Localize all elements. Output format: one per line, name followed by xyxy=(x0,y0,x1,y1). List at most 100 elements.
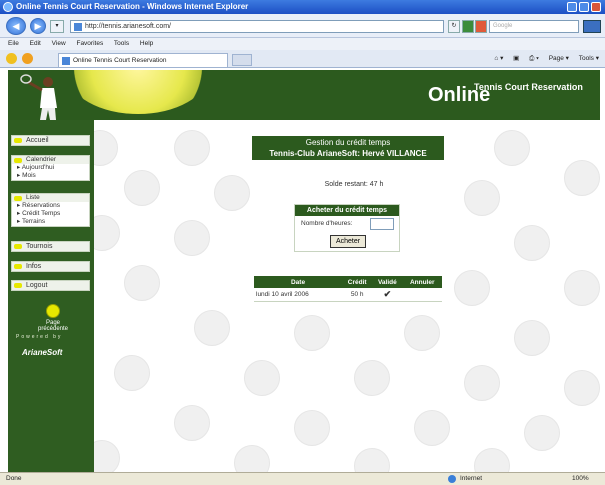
buy-credit-header: Acheter du crédit temps xyxy=(295,205,399,216)
go-button[interactable] xyxy=(462,20,474,33)
sidebar-subitem-reservations[interactable]: ▸ Réservations xyxy=(12,202,89,210)
zoom-level[interactable]: 100% xyxy=(572,473,589,485)
background-ball xyxy=(174,220,210,256)
col-header-annuler: Annuler xyxy=(402,276,442,288)
minimize-icon[interactable] xyxy=(567,2,577,12)
refresh-button[interactable]: ↻ xyxy=(448,20,460,33)
sidebar-item-label: Tournois xyxy=(26,243,53,250)
print-icon[interactable]: ⎙ ▾ xyxy=(529,55,539,62)
page-menu[interactable]: Page ▾ xyxy=(549,55,569,62)
sidebar-subitem-aujourdhui[interactable]: ▸ Aujourd'hui xyxy=(12,164,89,172)
hours-label: Nombre d'heures: xyxy=(301,220,353,227)
tennis-player-icon xyxy=(20,74,57,120)
window-title: Online Tennis Court Reservation - Window… xyxy=(16,2,249,11)
tools-menu[interactable]: Tools ▾ xyxy=(579,55,599,62)
col-header-valide: Validé xyxy=(372,276,403,288)
tab-active[interactable]: Online Tennis Court Reservation xyxy=(58,53,228,67)
menu-bar: Eile Edit View Favorites Tools Help xyxy=(0,38,605,50)
sidebar-item-infos[interactable]: Infos xyxy=(11,261,90,272)
background-ball xyxy=(174,130,210,166)
toolbar-right: ⌂ ▾ ▣ ⎙ ▾ Page ▾ Tools ▾ xyxy=(486,53,599,65)
menu-help[interactable]: Help xyxy=(140,40,153,47)
sidebar-item-tournois[interactable]: Tournois xyxy=(11,241,90,252)
cell-annuler[interactable] xyxy=(402,288,442,302)
background-ball xyxy=(414,410,450,446)
stop-button[interactable] xyxy=(475,20,487,33)
globe-icon xyxy=(448,475,456,483)
prev-page-button[interactable]: Page précédente xyxy=(32,304,74,332)
search-icon[interactable] xyxy=(583,20,601,33)
arianesoft-logo[interactable]: ArianeSoft xyxy=(22,348,86,357)
sidebar-item-liste[interactable]: Liste xyxy=(12,194,89,202)
page-title: Gestion du crédit temps xyxy=(305,138,391,147)
sidebar-group-liste: Liste ▸ Réservations ▸ Crédit Temps ▸ Te… xyxy=(11,193,90,227)
sidebar-item-accueil[interactable]: Accueil xyxy=(11,135,90,146)
background-ball xyxy=(114,355,150,391)
sidebar-item-label: Calendrier xyxy=(26,156,56,163)
menu-favorites[interactable]: Favorites xyxy=(76,40,103,47)
tab-bar: Online Tennis Court Reservation ⌂ ▾ ▣ ⎙ … xyxy=(0,50,605,68)
bullet-icon xyxy=(14,264,22,269)
remaining-balance: Solde restant: 47 h xyxy=(324,181,384,188)
hours-input[interactable] xyxy=(370,218,394,230)
credit-history-table: Date Crédit Validé Annuler lundi 10 avri… xyxy=(254,276,442,302)
sidebar-subitem-label: Mois xyxy=(22,172,36,179)
background-ball xyxy=(294,410,330,446)
background-ball xyxy=(514,225,550,261)
col-header-credit: Crédit xyxy=(342,276,373,288)
menu-view[interactable]: View xyxy=(52,40,66,47)
table-row: lundi 10 avril 2006 50 h ✔ xyxy=(254,288,442,302)
sidebar-item-label: Logout xyxy=(26,282,48,289)
url-input[interactable]: http://tennis.arianesoft.com/ xyxy=(70,20,444,33)
window-controls xyxy=(567,2,601,12)
sidebar-subitem-label: Terrains xyxy=(21,218,46,225)
background-ball xyxy=(294,315,330,351)
header-subtitle: Tennis Court Reservation xyxy=(474,82,583,92)
background-ball xyxy=(464,180,500,216)
home-icon[interactable]: ⌂ ▾ xyxy=(494,55,503,62)
menu-file[interactable]: Eile xyxy=(8,40,19,47)
history-dropdown-button[interactable]: ▾ xyxy=(50,20,64,33)
main-content: Gestion du crédit temps Tennis-Club Aria… xyxy=(94,120,600,472)
background-ball xyxy=(94,130,118,166)
background-ball xyxy=(524,415,560,451)
back-button[interactable]: ◀ xyxy=(6,17,26,35)
background-ball xyxy=(494,130,530,166)
ie-icon xyxy=(3,2,13,12)
tab-page-icon xyxy=(62,57,70,65)
forward-button[interactable]: ▶ xyxy=(30,18,46,34)
menu-edit[interactable]: Edit xyxy=(30,40,41,47)
buy-button[interactable]: Acheter xyxy=(330,235,366,248)
sidebar-item-calendrier[interactable]: Calendrier xyxy=(12,156,89,164)
background-ball xyxy=(514,320,550,356)
close-icon[interactable] xyxy=(591,2,601,12)
maximize-icon[interactable] xyxy=(579,2,589,12)
background-ball xyxy=(564,370,600,406)
add-favorite-icon[interactable] xyxy=(22,53,33,64)
cell-date: lundi 10 avril 2006 xyxy=(254,288,343,302)
background-ball xyxy=(564,160,600,196)
background-ball xyxy=(194,310,230,346)
buy-credit-form: Acheter du crédit temps Nombre d'heures:… xyxy=(294,204,400,252)
security-zone: Internet xyxy=(460,475,483,482)
sidebar-group-calendrier: Calendrier ▸ Aujourd'hui ▸ Mois xyxy=(11,155,90,181)
sidebar-subitem-credit-temps[interactable]: ▸ Crédit Temps xyxy=(12,210,89,218)
cell-credit: 50 h xyxy=(342,288,373,302)
tennis-ball-graphic xyxy=(68,70,208,114)
page-icon xyxy=(74,23,82,31)
menu-tools[interactable]: Tools xyxy=(114,40,129,47)
favorites-star-icon[interactable] xyxy=(6,53,17,64)
club-member-title: Tennis-Club ArianeSoft: Hervé VILLANCE xyxy=(269,149,427,158)
background-ball xyxy=(354,448,390,472)
search-input[interactable]: Google xyxy=(489,20,579,33)
address-bar-row: ◀ ▶ ▾ http://tennis.arianesoft.com/ ↻ Go… xyxy=(0,14,605,38)
validated-check-icon: ✔ xyxy=(372,288,403,302)
feeds-icon[interactable]: ▣ xyxy=(513,55,519,62)
sidebar-item-logout[interactable]: Logout xyxy=(11,280,90,291)
sidebar-subitem-terrains[interactable]: ▸ Terrains xyxy=(12,218,89,226)
site-header: Online Tennis Court Reservation xyxy=(8,70,600,120)
sidebar-subitem-label: Aujourd'hui xyxy=(21,164,55,171)
new-tab-button[interactable] xyxy=(232,54,252,66)
background-ball xyxy=(354,360,390,396)
sidebar-subitem-mois[interactable]: ▸ Mois xyxy=(12,172,89,180)
